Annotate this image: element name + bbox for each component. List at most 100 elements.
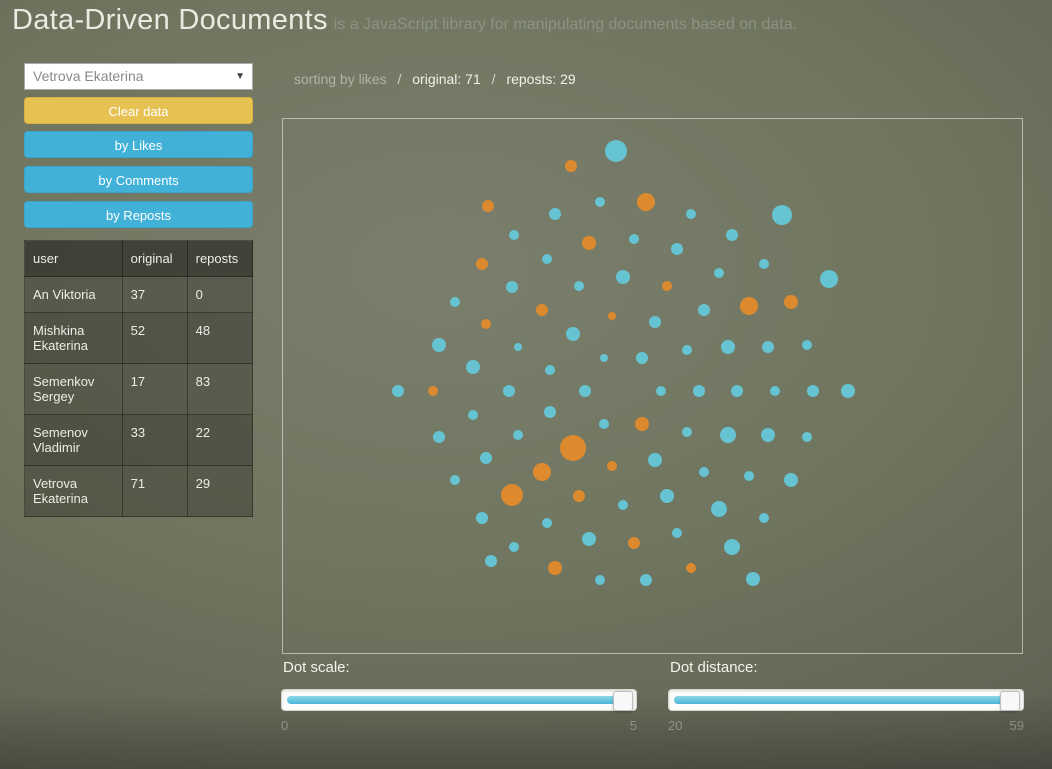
chart-dot [720, 427, 736, 443]
dot-scale-max: 5 [629, 718, 637, 733]
chart-dot [549, 208, 561, 220]
cell-reposts: 0 [186, 276, 254, 313]
chart-dot [746, 572, 760, 586]
chart-dot [629, 234, 639, 244]
clear-data-button[interactable]: Clear data [24, 97, 253, 124]
dot-distance-slider[interactable] [668, 689, 1024, 711]
chart-dot [466, 360, 480, 374]
dot-distance-max: 59 [1009, 718, 1024, 733]
chart-dot [672, 528, 682, 538]
table-row[interactable]: An Viktoria 37 0 [24, 276, 254, 313]
table-row[interactable]: Vetrova Ekaterina 71 29 [24, 465, 254, 517]
chart-dot [784, 473, 798, 487]
chart-dot [759, 513, 769, 523]
chart-dot [482, 200, 494, 212]
chart-dot [573, 490, 585, 502]
chart-dot [802, 340, 812, 350]
dot-scale-min: 0 [281, 718, 289, 733]
chart-dot [640, 574, 652, 586]
chart-dot [544, 406, 556, 418]
cell-original: 17 [121, 363, 188, 415]
table-row[interactable]: Semenkov Sergey 17 83 [24, 363, 254, 415]
dot-scale-slider-fill [287, 696, 627, 704]
chart-dot [450, 297, 460, 307]
chart-dot [784, 295, 798, 309]
chart-dot [721, 340, 735, 354]
chart-dot [582, 236, 596, 250]
chart-dot [480, 452, 492, 464]
chart-dot [548, 561, 562, 575]
users-table: user original reposts An Viktoria 37 0 M… [24, 240, 254, 517]
chart-dot [656, 386, 666, 396]
chart-dot [662, 281, 672, 291]
chart-dot [432, 338, 446, 352]
chart-dot [566, 327, 580, 341]
dot-distance-slider-thumb[interactable] [1000, 691, 1020, 711]
chart-dot [698, 304, 710, 316]
chart-dot [759, 259, 769, 269]
chart-dot [433, 431, 445, 443]
chart-dot [636, 352, 648, 364]
chart-dot [820, 270, 838, 288]
page: Data-Driven Documents is a JavaScript lib… [0, 0, 1052, 769]
cell-original: 71 [121, 465, 188, 517]
chart-dot [635, 417, 649, 431]
chart-dot [807, 385, 819, 397]
dot-distance-slider-fill [674, 696, 1014, 704]
cell-user: An Viktoria [24, 276, 123, 313]
chart-dot [731, 385, 743, 397]
chart-dot [682, 427, 692, 437]
cell-original: 52 [121, 312, 188, 364]
chart-dot [649, 316, 661, 328]
chart-dot [693, 385, 705, 397]
chart-dot [509, 230, 519, 240]
column-header-original: original [121, 240, 188, 277]
chart-dot [686, 563, 696, 573]
column-header-user: user [24, 240, 123, 277]
sorting-mode-label: sorting by likes [294, 71, 387, 87]
chart-dot [605, 140, 627, 162]
sort-by-reposts-button[interactable]: by Reposts [24, 201, 253, 228]
chart-dot [607, 461, 617, 471]
sort-by-likes-button[interactable]: by Likes [24, 131, 253, 158]
chart-dot [660, 489, 674, 503]
chart-dot [686, 209, 696, 219]
chart-dot [513, 430, 523, 440]
bubble-chart [282, 118, 1023, 654]
chart-dot [648, 453, 662, 467]
user-select[interactable]: Vetrova Ekaterina ▼ [24, 63, 253, 90]
reposts-count: reposts: 29 [506, 71, 576, 87]
chart-dot [671, 243, 683, 255]
chevron-down-icon: ▼ [235, 71, 245, 82]
separator: / [491, 71, 496, 87]
chart-dot [560, 435, 586, 461]
cell-user: Mishkina Ekaterina [24, 312, 123, 364]
cell-user: Vetrova Ekaterina [24, 465, 123, 517]
cell-reposts: 29 [186, 465, 254, 517]
chart-dot [476, 258, 488, 270]
chart-dot [682, 345, 692, 355]
chart-dot [450, 475, 460, 485]
cell-reposts: 22 [186, 414, 254, 466]
chart-dot [802, 432, 812, 442]
chart-dot [542, 254, 552, 264]
chart-dot [618, 500, 628, 510]
dot-scale-range: 0 5 [281, 718, 637, 733]
status-line: sorting by likes / original: 71 / repost… [294, 71, 576, 87]
chart-dot [841, 384, 855, 398]
dot-scale-slider-thumb[interactable] [613, 691, 633, 711]
chart-dot [714, 268, 724, 278]
chart-dot [509, 542, 519, 552]
chart-dot [711, 501, 727, 517]
chart-dot [582, 532, 596, 546]
chart-dot [533, 463, 551, 481]
chart-dot [637, 193, 655, 211]
chart-dot [481, 319, 491, 329]
dot-scale-slider[interactable] [281, 689, 637, 711]
dot-scale-slider-group: Dot scale: 0 5 [281, 659, 637, 733]
user-select-value: Vetrova Ekaterina [33, 68, 144, 84]
table-row[interactable]: Mishkina Ekaterina 52 48 [24, 312, 254, 364]
table-row[interactable]: Semenov Vladimir 33 22 [24, 414, 254, 466]
sort-by-comments-button[interactable]: by Comments [24, 166, 253, 193]
chart-dot [468, 410, 478, 420]
